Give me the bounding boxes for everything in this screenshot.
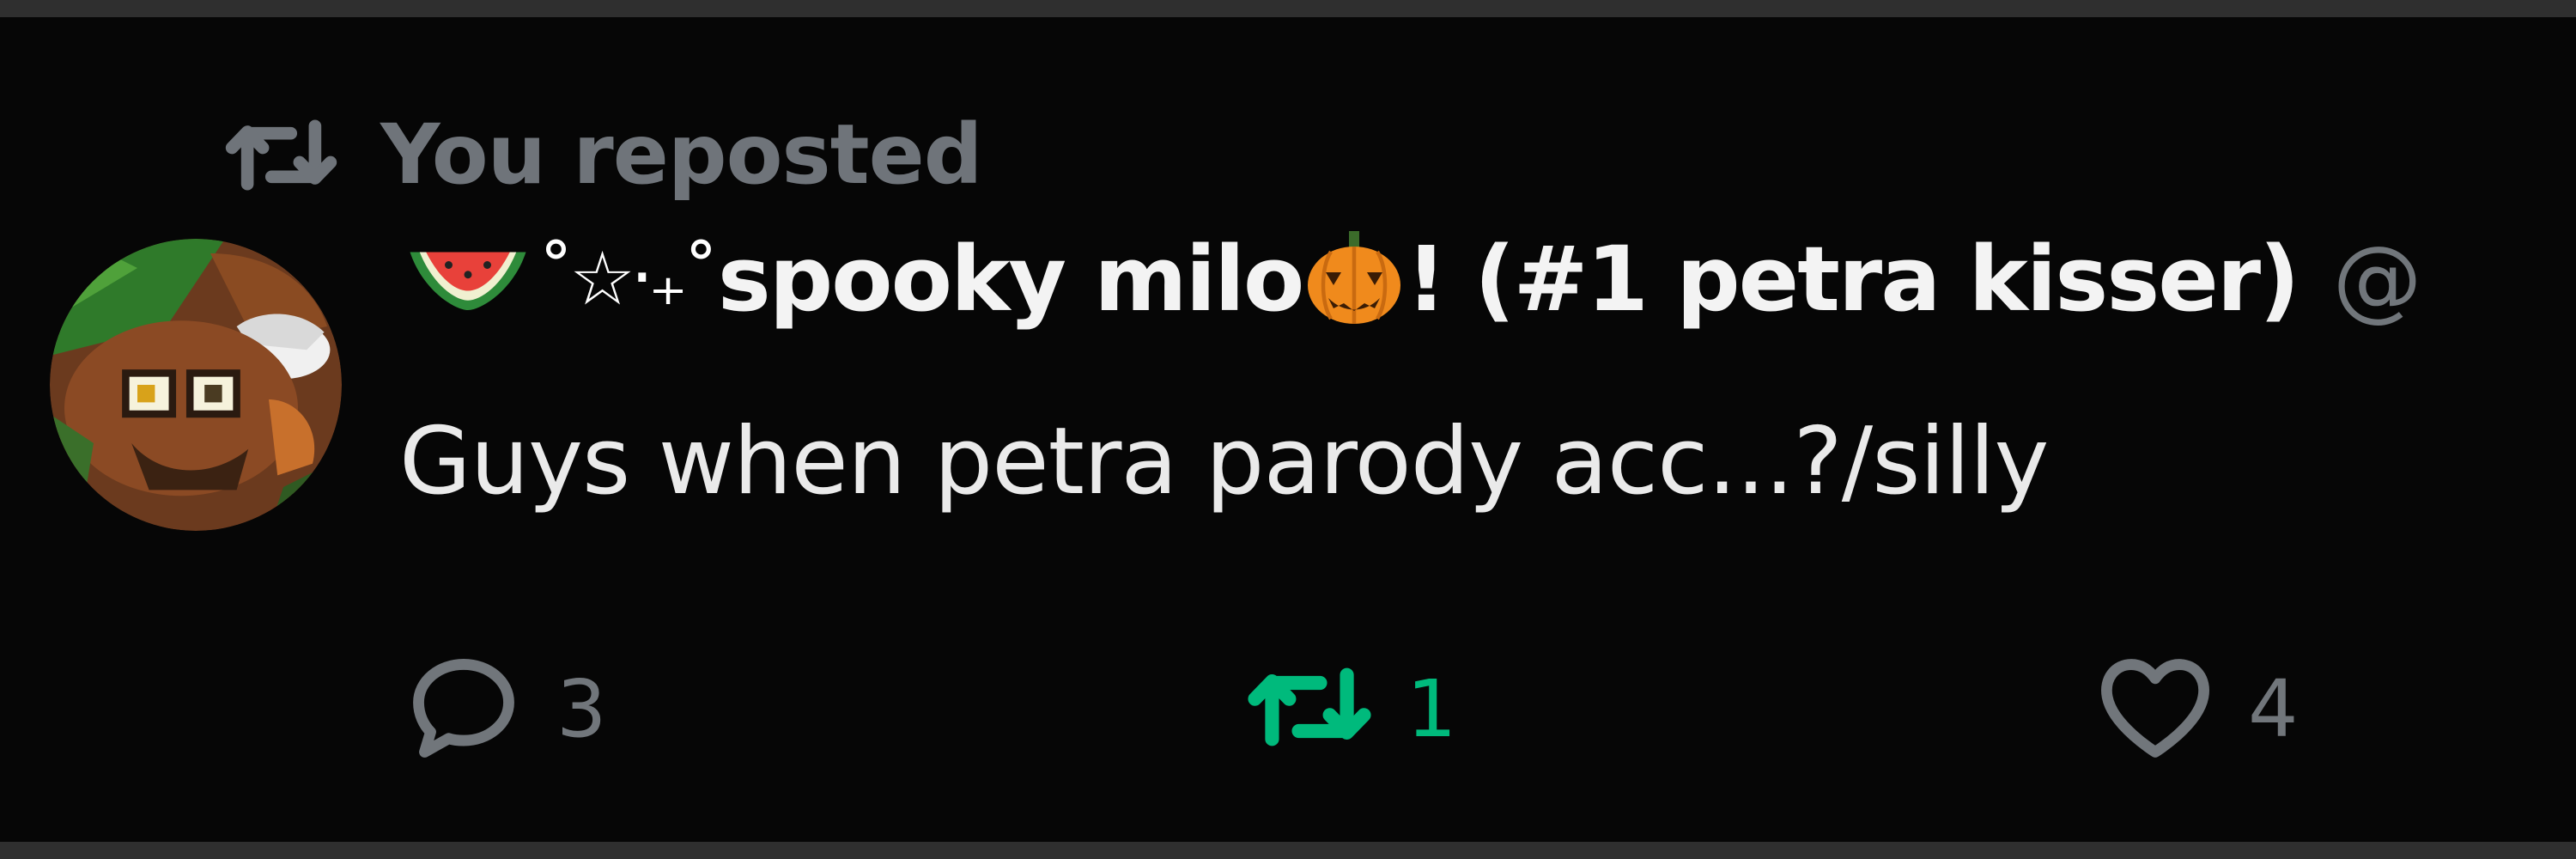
avatar[interactable]: [50, 239, 342, 531]
reply-icon: [404, 647, 524, 771]
name-sparkle: ˚☆‧₊˚: [538, 236, 720, 322]
display-name-tail[interactable]: ! (#1 petra kisser): [1406, 227, 2300, 332]
watermelon-icon: [404, 237, 532, 322]
heart-icon: [2095, 652, 2215, 765]
repost-label: You reposted: [380, 107, 982, 203]
repost-banner: You reposted: [223, 99, 982, 210]
post-card[interactable]: You reposted ˚☆‧₊˚ spooky milo ! (#1 pet…: [0, 17, 2576, 842]
like-button[interactable]: 4: [2095, 644, 2299, 773]
post-actions: 3 1 4: [404, 644, 2379, 773]
pumpkin-icon: [1303, 226, 1406, 332]
reply-count: 3: [556, 662, 607, 755]
display-name[interactable]: spooky milo: [718, 227, 1305, 332]
repost-action-icon: [1245, 659, 1374, 758]
like-count: 4: [2248, 662, 2299, 755]
reply-button[interactable]: 3: [404, 644, 607, 773]
repost-button[interactable]: 1: [1245, 644, 1457, 773]
author-handle[interactable]: @: [2333, 227, 2422, 332]
post-text: Guys when petra parody acc...?/silly: [399, 408, 2049, 515]
author-name-row[interactable]: ˚☆‧₊˚ spooky milo ! (#1 petra kisser) @: [404, 215, 2422, 344]
repost-icon: [223, 110, 339, 200]
repost-count: 1: [1406, 662, 1457, 755]
window-frame: You reposted ˚☆‧₊˚ spooky milo ! (#1 pet…: [0, 0, 2576, 859]
